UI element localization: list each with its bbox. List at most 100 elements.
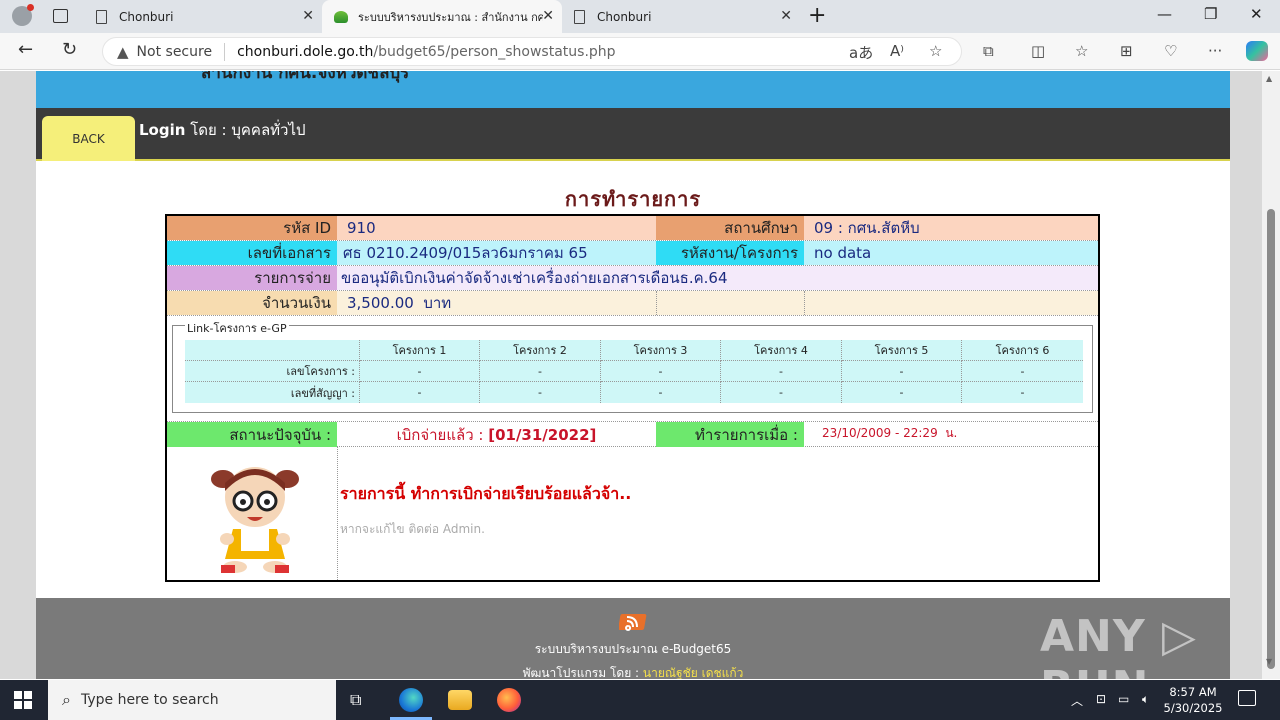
project-label: รหัสงาน/โครงการ xyxy=(656,241,804,265)
url-path: /budget65/person_showstatus.php xyxy=(373,43,616,60)
footer-developer-name[interactable]: นายณัฐชัย เดชแก้ว xyxy=(643,666,744,679)
made-label: ทำรายการเมื่อ : xyxy=(656,422,804,447)
egp-row-label: เลขโครงการ : xyxy=(185,361,360,382)
browser-essentials-icon[interactable]: ♡ xyxy=(1164,42,1177,60)
egp-cell[interactable]: - xyxy=(601,361,721,382)
egp-cell[interactable]: - xyxy=(721,361,842,382)
amount-value: 3,500.00 บาท xyxy=(337,291,656,315)
browser-tab-bar: Chonburi ✕ ระบบบริหารงบประมาณ : สำนักงาน… xyxy=(0,0,1280,33)
scroll-up-icon[interactable]: ▲ xyxy=(1266,74,1272,83)
clock-time: 8:57 AM xyxy=(1169,685,1217,699)
menu-bar: BACK Login โดย : บุคคลทั่วไป xyxy=(36,108,1230,161)
network-icon[interactable]: ▭ xyxy=(1118,692,1129,706)
tab-title: ระบบบริหารงบประมาณ : สำนักงาน กศ xyxy=(358,10,543,24)
egp-legend: Link-โครงการ e-GP xyxy=(185,319,289,337)
login-label: Login xyxy=(139,121,186,139)
egp-cell[interactable]: - xyxy=(480,361,601,382)
mascot-cell xyxy=(167,447,338,580)
tab-chonburi-2[interactable]: Chonburi ✕ xyxy=(562,0,800,33)
meet-now-icon[interactable]: ⊡ xyxy=(1096,692,1106,706)
close-tab-icon[interactable]: ✕ xyxy=(542,8,554,24)
id-value: 910 xyxy=(337,216,656,240)
volume-icon[interactable]: 🔈︎ xyxy=(1142,692,1149,707)
egp-cell[interactable]: - xyxy=(601,382,721,403)
document-icon xyxy=(96,9,107,24)
site-banner: สำนักงาน กศน.จังหวัดชลบุรี xyxy=(36,71,1230,108)
url-text: chonburi.dole.go.th/budget65/person_show… xyxy=(237,44,615,60)
copilot-icon[interactable] xyxy=(1246,41,1268,61)
warning-icon: ▲ xyxy=(117,42,129,61)
login-by: โดย : บุคคลทั่วไป xyxy=(185,121,306,139)
egp-col-header: โครงการ 4 xyxy=(721,340,842,361)
new-tab-button[interactable]: + xyxy=(808,3,826,28)
document-icon xyxy=(574,9,585,24)
edge-taskbar-icon[interactable] xyxy=(399,688,423,712)
back-arrow-icon[interactable]: ← xyxy=(18,39,33,60)
notification-center-icon[interactable] xyxy=(1238,690,1256,706)
egp-col-header: โครงการ 6 xyxy=(962,340,1083,361)
tab-title: Chonburi xyxy=(597,9,652,24)
favorites-icon[interactable]: ☆ xyxy=(1075,42,1088,60)
url-field[interactable]: ▲ Not secure chonburi.dole.go.th/budget6… xyxy=(102,37,962,66)
windows-taskbar: ⌕ Type here to search ⧉ ︿ ⊡ ▭ 🔈︎ 8:57 AM… xyxy=(0,680,1280,720)
close-tab-icon[interactable]: ✕ xyxy=(302,8,314,24)
profile-avatar-icon[interactable] xyxy=(12,4,34,26)
task-view-icon[interactable]: ⧉ xyxy=(350,690,361,710)
egp-row-label: เลขที่สัญญา : xyxy=(185,382,360,403)
settings-more-icon[interactable]: ··· xyxy=(1208,42,1222,60)
file-explorer-icon[interactable] xyxy=(448,690,472,710)
message-sub: หากจะแก้ไข ติดต่อ Admin. xyxy=(340,522,485,536)
translate-icon[interactable]: aあ xyxy=(849,42,873,63)
amount-empty-2 xyxy=(804,291,1098,315)
tab-budget-system[interactable]: ระบบบริหารงบประมาณ : สำนักงาน กศ ✕ xyxy=(322,0,562,33)
extensions-icon[interactable]: ⧉ xyxy=(983,42,994,60)
firefox-icon[interactable] xyxy=(497,688,521,712)
vertical-scrollbar[interactable]: ▲ ▼ xyxy=(1262,71,1280,679)
scroll-thumb[interactable] xyxy=(1267,209,1275,669)
tab-chonburi-1[interactable]: Chonburi ✕ xyxy=(84,0,322,33)
favorite-star-icon[interactable]: ☆ xyxy=(929,42,942,60)
refresh-icon[interactable]: ↻ xyxy=(62,39,77,60)
not-secure-label: Not secure xyxy=(136,43,213,60)
windows-start-icon[interactable] xyxy=(14,691,32,709)
row-status: สถานะปัจจุบัน : เบิกจ่ายแล้ว : [01/31/20… xyxy=(167,421,1098,447)
egp-cell[interactable]: - xyxy=(721,382,842,403)
egp-cell[interactable]: - xyxy=(360,361,480,382)
egp-cell[interactable]: - xyxy=(962,361,1083,382)
school-value: 09 : กศน.สัตหีบ xyxy=(804,216,1098,240)
egp-cell[interactable]: - xyxy=(360,382,480,403)
expense-label: รายการจ่าย xyxy=(167,266,337,290)
taskbar-search[interactable]: ⌕ Type here to search xyxy=(48,680,336,720)
egp-col-header: โครงการ 2 xyxy=(480,340,601,361)
split-screen-icon[interactable]: ◫ xyxy=(1031,42,1045,60)
minimize-button[interactable]: — xyxy=(1157,5,1172,23)
egp-cell[interactable]: - xyxy=(962,382,1083,403)
read-aloud-icon[interactable]: A⁾ xyxy=(890,42,904,60)
status-date: [01/31/2022] xyxy=(488,425,597,444)
message-main: รายการนี้ ทำการเบิกจ่ายเรียบร้อยแล้วจ้า.… xyxy=(340,484,632,503)
collections-icon[interactable]: ⊞ xyxy=(1120,42,1133,60)
egp-cell[interactable]: - xyxy=(842,382,962,403)
notification-dot xyxy=(27,4,34,11)
address-bar-row: ← ↻ ▲ Not secure chonburi.dole.go.th/bud… xyxy=(0,33,1280,70)
row-amount: จำนวนเงิน 3,500.00 บาท xyxy=(167,291,1098,316)
close-tab-icon[interactable]: ✕ xyxy=(780,8,792,24)
tab-actions-icon[interactable] xyxy=(53,9,68,23)
back-button[interactable]: BACK xyxy=(42,116,135,161)
scroll-down-icon[interactable]: ▼ xyxy=(1266,657,1272,666)
egp-col-header: โครงการ 5 xyxy=(842,340,962,361)
status-label: สถานะปัจจุบัน : xyxy=(167,422,337,447)
expense-value: ขออนุมัติเบิกเงินค่าจัดจ้างเช่าเครื่องถ่… xyxy=(337,266,1098,290)
restore-button[interactable]: ❐ xyxy=(1204,5,1217,23)
doc-value: ศธ 0210.2409/015ลว6มกราคม 65 xyxy=(337,241,656,265)
show-hidden-icons[interactable]: ︿ xyxy=(1071,692,1083,709)
tab-title: Chonburi xyxy=(119,9,174,24)
school-label: สถานศึกษา xyxy=(656,216,804,240)
system-clock[interactable]: 8:57 AM 5/30/2025 xyxy=(1162,684,1224,716)
egp-table: โครงการ 1 โครงการ 2 โครงการ 3 โครงการ 4 … xyxy=(185,340,1083,403)
egp-cell[interactable]: - xyxy=(842,361,962,382)
anyrun-watermark: ANY ▷ RUN xyxy=(1040,611,1197,679)
close-window-button[interactable]: ✕ xyxy=(1250,5,1263,23)
egp-cell[interactable]: - xyxy=(480,382,601,403)
rss-feed-icon[interactable] xyxy=(619,612,649,632)
